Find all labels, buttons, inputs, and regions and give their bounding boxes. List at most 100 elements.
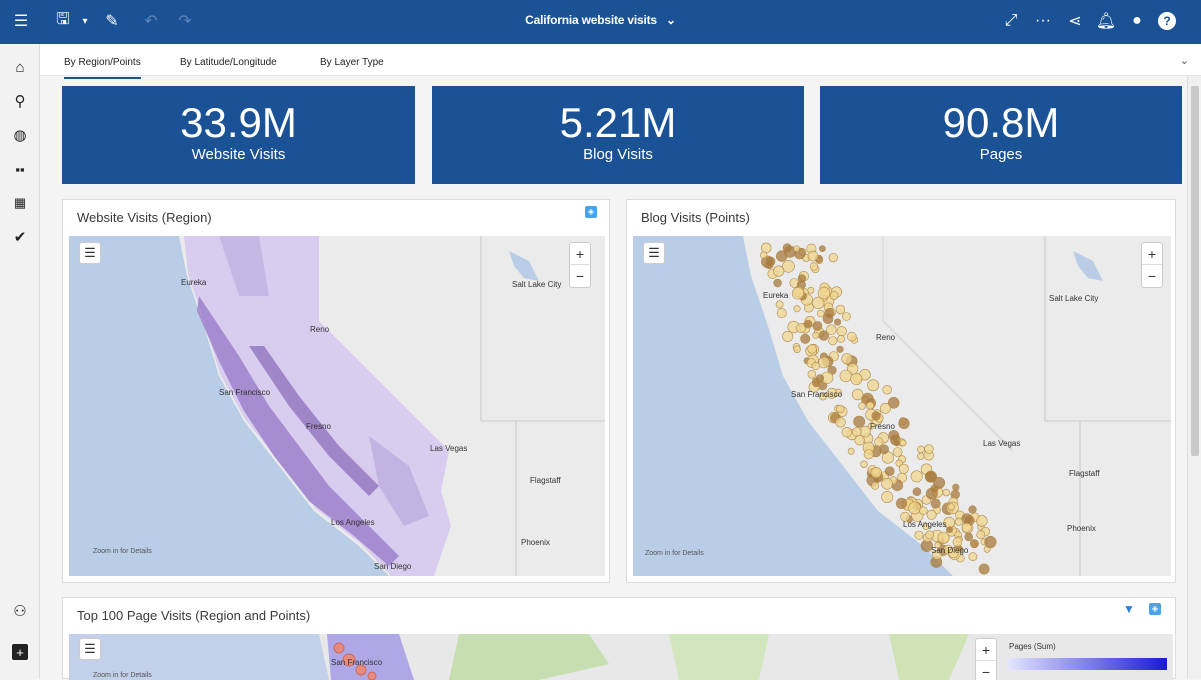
blog-visit-point[interactable] bbox=[964, 532, 974, 542]
blog-visit-point[interactable] bbox=[829, 291, 839, 300]
blog-visit-point[interactable] bbox=[919, 506, 928, 515]
blog-visit-point[interactable] bbox=[773, 278, 782, 288]
blog-visit-point[interactable] bbox=[961, 522, 972, 533]
blog-visit-point[interactable] bbox=[893, 439, 901, 447]
blog-visit-point[interactable] bbox=[811, 361, 820, 371]
blog-visit-point[interactable] bbox=[871, 411, 881, 421]
blog-visit-point[interactable] bbox=[888, 430, 900, 441]
blog-visit-point[interactable] bbox=[835, 417, 846, 428]
blog-visit-point[interactable] bbox=[937, 531, 950, 544]
blog-visit-point[interactable] bbox=[803, 319, 813, 329]
blog-visit-point[interactable] bbox=[842, 312, 851, 321]
blog-visit-point[interactable] bbox=[791, 287, 805, 300]
blog-visit-point[interactable] bbox=[809, 262, 818, 271]
blog-visit-point[interactable] bbox=[828, 252, 838, 263]
blog-visit-point[interactable] bbox=[834, 318, 842, 326]
tab-by-region-points[interactable]: By Region/Points bbox=[64, 57, 141, 79]
blog-visit-point[interactable] bbox=[850, 373, 863, 386]
blog-visit-point[interactable] bbox=[879, 444, 889, 455]
blog-visit-point[interactable] bbox=[853, 415, 866, 428]
blog-visit-point[interactable] bbox=[866, 401, 875, 410]
library-icon[interactable]: ▦ bbox=[9, 192, 31, 214]
blog-visit-point[interactable] bbox=[942, 488, 950, 497]
zoom-out-button[interactable]: − bbox=[976, 661, 996, 680]
blog-visit-point[interactable] bbox=[925, 530, 935, 540]
filter-icon[interactable]: ▼ bbox=[1123, 602, 1135, 616]
scrollbar-thumb[interactable] bbox=[1191, 86, 1199, 456]
blog-visit-point[interactable] bbox=[854, 435, 865, 446]
blog-visit-point[interactable] bbox=[836, 404, 845, 414]
info-badge-icon[interactable]: ◈ bbox=[585, 206, 597, 218]
region-map[interactable]: ☰ + − Eureka Reno San Francisco Fresno L… bbox=[69, 236, 605, 576]
top-pages-map[interactable]: ☰ San Francisco Zoom in for Details + − … bbox=[69, 634, 1173, 680]
blog-visit-point[interactable] bbox=[871, 481, 880, 490]
kpi-pages[interactable]: 90.8M Pages bbox=[820, 86, 1182, 184]
blog-visit-point[interactable] bbox=[954, 517, 964, 526]
layers-icon[interactable]: ☰ bbox=[643, 242, 665, 264]
add-icon[interactable]: + bbox=[12, 644, 28, 660]
blog-visit-point[interactable] bbox=[892, 447, 903, 457]
blog-visit-point[interactable] bbox=[818, 356, 830, 369]
blog-visit-point[interactable] bbox=[760, 242, 772, 254]
blog-visit-point[interactable] bbox=[851, 388, 864, 401]
search-icon[interactable]: ⚲ bbox=[9, 90, 31, 112]
blog-visit-point[interactable] bbox=[976, 515, 988, 527]
blog-visit-point[interactable] bbox=[968, 505, 977, 514]
blog-visit-point[interactable] bbox=[793, 305, 801, 313]
blog-visit-point[interactable] bbox=[807, 344, 817, 354]
kpi-blog-visits[interactable]: 5.21M Blog Visits bbox=[432, 86, 804, 184]
home-icon[interactable]: ⌂ bbox=[9, 56, 31, 78]
blog-visit-point[interactable] bbox=[776, 308, 787, 319]
blog-visit-point[interactable] bbox=[870, 467, 882, 479]
blog-visit-point[interactable] bbox=[930, 484, 939, 493]
blog-visit-point[interactable] bbox=[917, 452, 925, 460]
blog-visit-point[interactable] bbox=[863, 449, 874, 460]
blog-visit-point[interactable] bbox=[793, 345, 801, 353]
blog-visit-point[interactable] bbox=[984, 535, 997, 549]
zoom-in-button[interactable]: + bbox=[570, 243, 590, 265]
blog-visit-point[interactable] bbox=[914, 530, 924, 540]
user-icon[interactable]: ● bbox=[1126, 10, 1148, 32]
blog-visit-point[interactable] bbox=[776, 250, 788, 262]
expand-icon[interactable]: ⤢ bbox=[1000, 10, 1022, 32]
blog-visit-point[interactable] bbox=[835, 304, 846, 315]
blog-visit-point[interactable] bbox=[867, 379, 879, 392]
blog-visit-point[interactable] bbox=[760, 251, 768, 259]
blog-visit-point[interactable] bbox=[930, 498, 941, 509]
blog-visit-point[interactable] bbox=[847, 331, 857, 342]
layers-icon[interactable]: ☰ bbox=[79, 638, 101, 660]
blog-visit-point[interactable] bbox=[976, 530, 986, 540]
blog-visit-point[interactable] bbox=[924, 444, 934, 454]
blog-visit-point[interactable] bbox=[812, 321, 823, 331]
blog-visit-point[interactable] bbox=[812, 379, 820, 388]
blog-visit-point[interactable] bbox=[817, 286, 831, 300]
blog-visit-point[interactable] bbox=[952, 483, 960, 491]
blog-visit-point[interactable] bbox=[839, 369, 853, 383]
blog-visit-point[interactable] bbox=[782, 243, 792, 253]
blog-visit-point[interactable] bbox=[841, 353, 853, 365]
blog-visit-point[interactable] bbox=[858, 402, 866, 410]
kpi-website-visits[interactable]: 33.9M Website Visits bbox=[62, 86, 415, 184]
blog-visit-point[interactable] bbox=[775, 300, 784, 309]
blog-visit-point[interactable] bbox=[793, 245, 800, 252]
blog-visit-point[interactable] bbox=[898, 463, 909, 474]
blog-visit-point[interactable] bbox=[978, 563, 990, 575]
collapse-chevron-icon[interactable]: ⌄ bbox=[1180, 54, 1189, 67]
help-icon[interactable]: ? bbox=[1158, 12, 1176, 30]
blog-visit-point[interactable] bbox=[895, 497, 908, 510]
scrollbar[interactable] bbox=[1187, 76, 1201, 679]
zoom-in-button[interactable]: + bbox=[976, 639, 996, 661]
blog-visit-point[interactable] bbox=[899, 439, 907, 447]
check-circle-icon[interactable]: ✔ bbox=[9, 226, 31, 248]
blog-visit-point[interactable] bbox=[826, 324, 837, 335]
blog-visit-point[interactable] bbox=[782, 330, 794, 342]
blog-visit-point[interactable] bbox=[968, 552, 978, 562]
blog-visit-point[interactable] bbox=[917, 445, 925, 454]
blog-visit-point[interactable] bbox=[812, 331, 820, 339]
blog-visit-point[interactable] bbox=[881, 478, 893, 490]
blog-visit-point[interactable] bbox=[898, 417, 910, 429]
blog-visit-point[interactable] bbox=[874, 437, 884, 447]
zoom-out-button[interactable]: − bbox=[1142, 265, 1162, 287]
blog-visit-point[interactable] bbox=[946, 526, 953, 534]
zoom-out-button[interactable]: − bbox=[570, 265, 590, 287]
